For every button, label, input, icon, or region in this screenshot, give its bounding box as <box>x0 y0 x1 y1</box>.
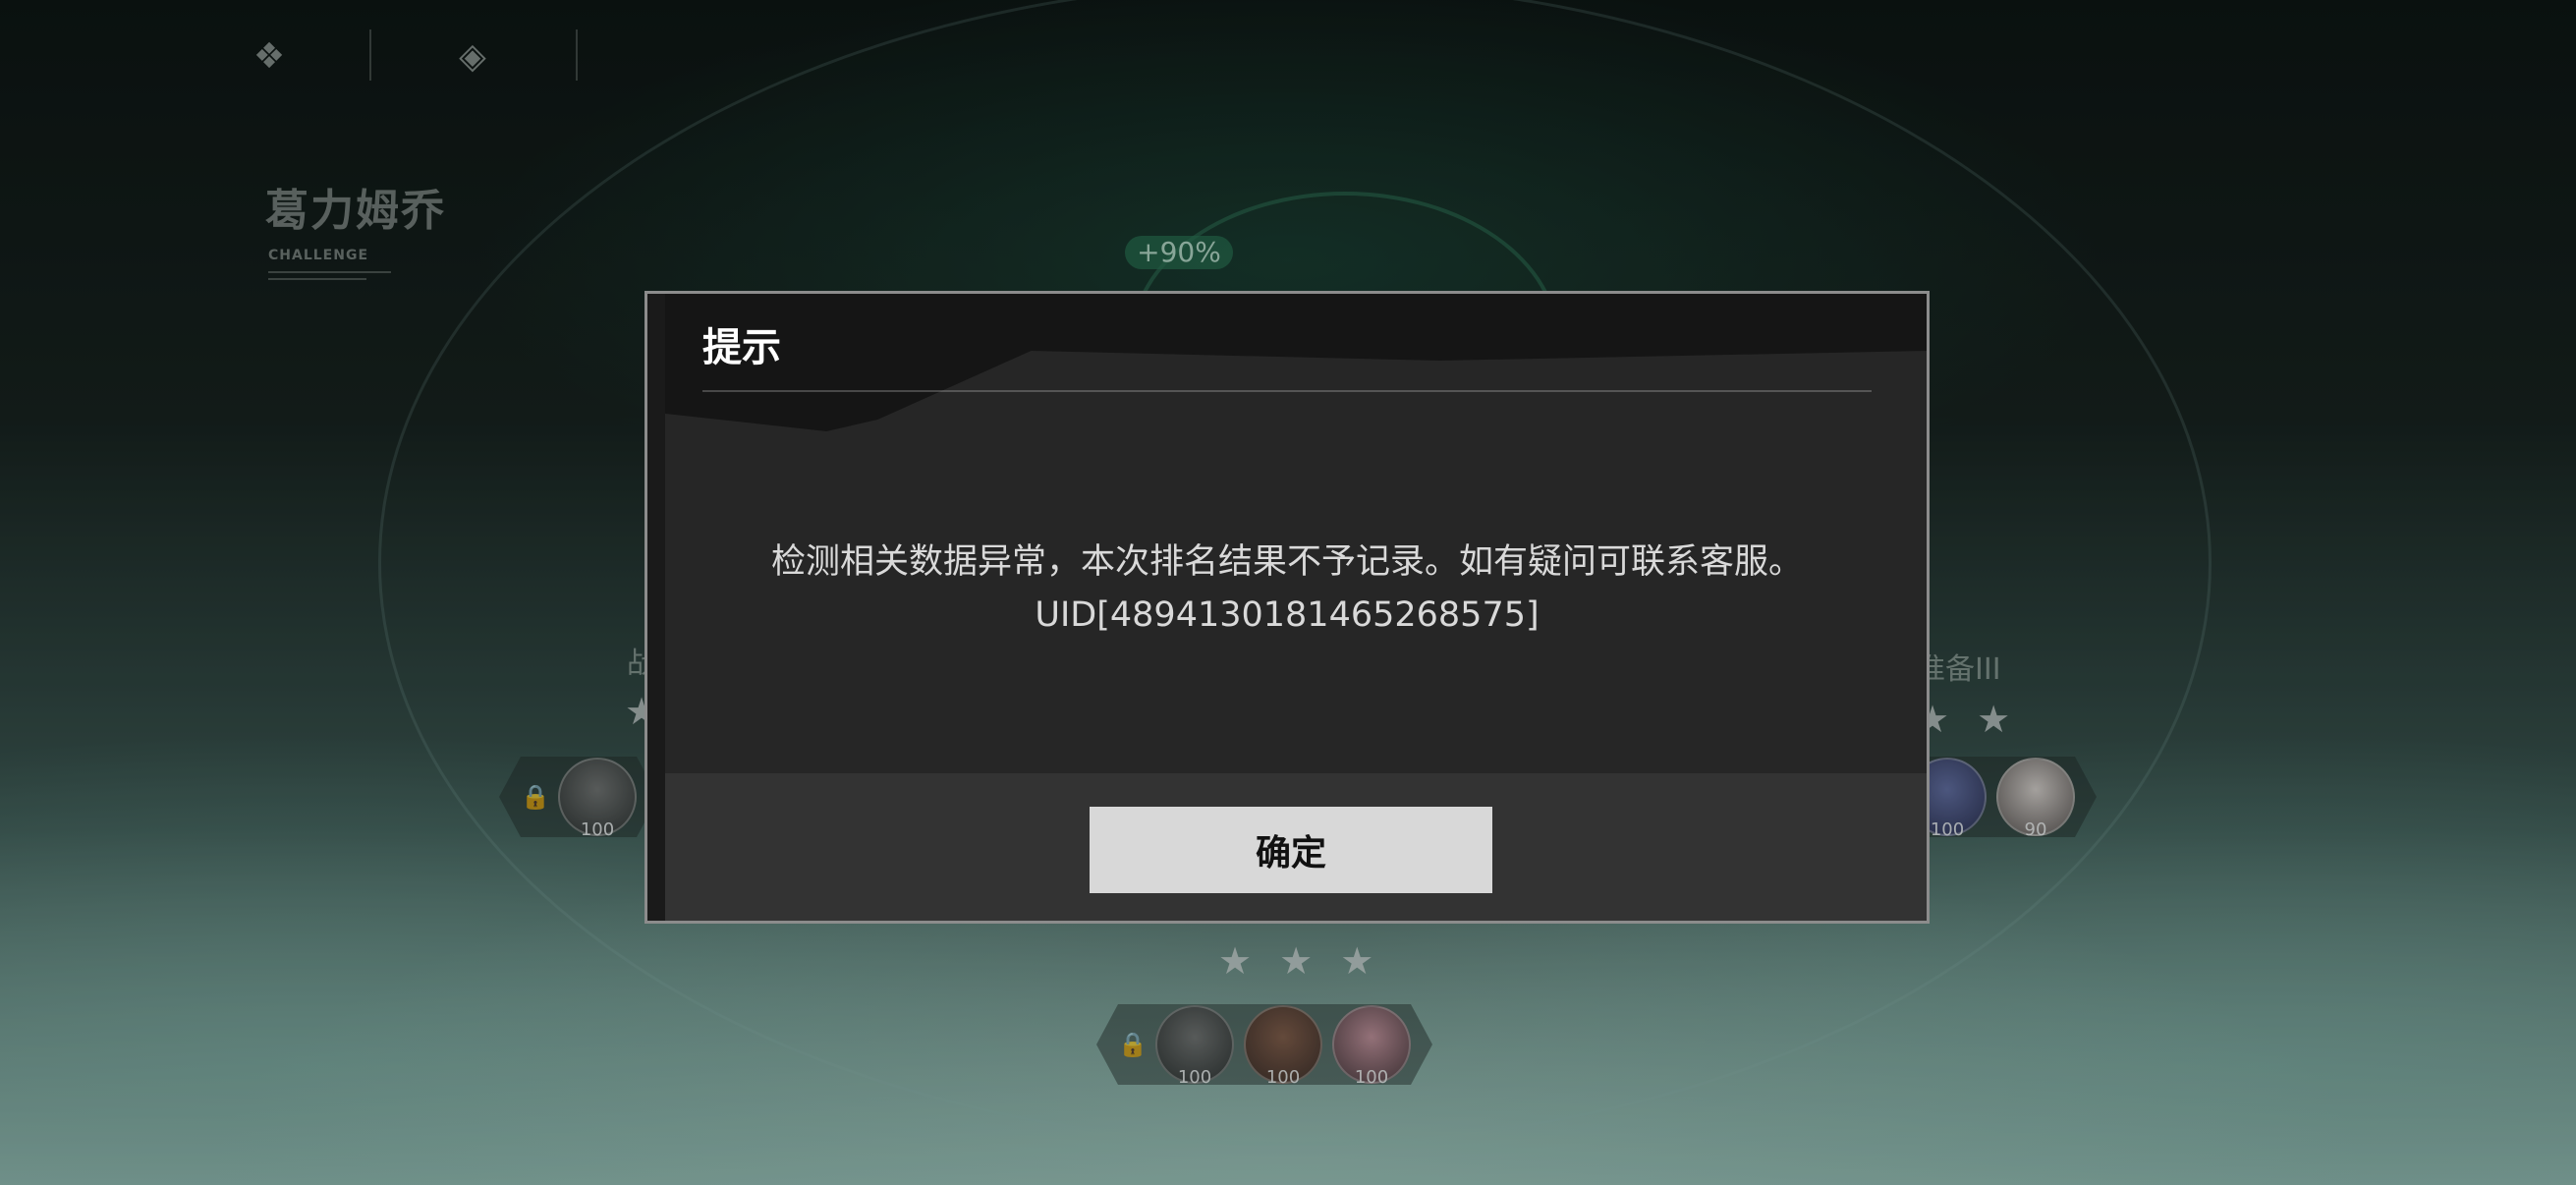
dialog-title: 提示 <box>702 324 781 370</box>
confirm-button[interactable]: 确定 <box>1090 807 1492 893</box>
message-text: 检测相关数据异常，本次排名结果不予记录。如有疑问可联系客服。 <box>770 542 1803 582</box>
uid-text: UID[4894130181465268575] <box>1035 595 1540 635</box>
dialog-header-texture <box>647 294 1927 431</box>
dialog-message: 检测相关数据异常，本次排名结果不予记录。如有疑问可联系客服。 UID[48941… <box>647 536 1927 642</box>
alert-dialog: 提示 检测相关数据异常，本次排名结果不予记录。如有疑问可联系客服。 UID[48… <box>644 291 1930 924</box>
title-divider <box>702 390 1872 392</box>
